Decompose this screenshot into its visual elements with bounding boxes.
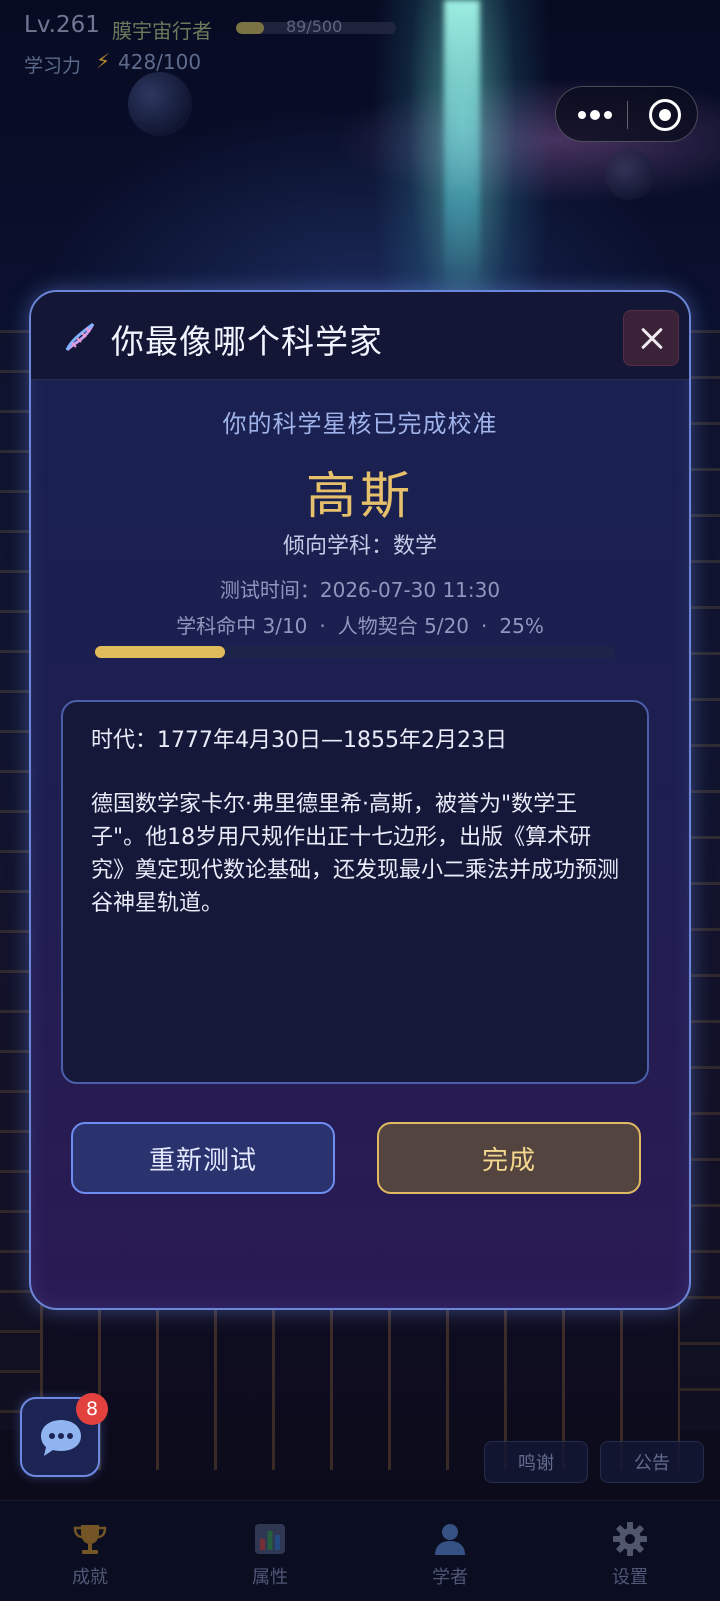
nav-label: 设置	[612, 1567, 648, 1588]
nav-item-scholars[interactable]: 学者	[360, 1501, 540, 1601]
nav-label: 属性	[252, 1567, 288, 1588]
test-time: 测试时间：2026-07-30 11:30	[219, 578, 501, 602]
preferred-subject: 倾向学科：数学	[282, 534, 437, 559]
nav-item-settings[interactable]: 设置	[540, 1501, 720, 1601]
nav-label: 学者	[432, 1567, 468, 1588]
trophy-icon	[73, 1525, 107, 1554]
character-match-stat: 人物契合 5/20	[337, 614, 470, 638]
scientist-era: 时代：1777年4月30日—1855年2月23日	[91, 728, 507, 753]
chat-bubble-icon	[41, 1420, 81, 1456]
dialog-header: 你最像哪个科学家	[31, 292, 689, 380]
nav-item-achievements[interactable]: 成就	[0, 1501, 180, 1601]
exit-miniprogram-icon[interactable]	[649, 99, 681, 131]
player-rank-title: 膜宇宙行者	[112, 19, 212, 43]
power-label: 学习力	[24, 55, 82, 77]
miniprogram-capsule	[555, 86, 698, 142]
scientist-description: 时代：1777年4月30日—1855年2月23日 德国数学家卡尔·弗里德里希·高…	[61, 700, 649, 1084]
stat-separator: ·	[481, 614, 488, 638]
close-button[interactable]	[623, 310, 679, 366]
xp-bar-fill	[236, 22, 265, 34]
nav-item-attributes[interactable]: 属性	[180, 1501, 360, 1601]
moon-decoration	[605, 150, 655, 200]
bottom-nav: 成就 属性 学者 设置	[0, 1500, 720, 1601]
power-value: 428/100	[118, 50, 202, 74]
match-progress-fill	[95, 646, 225, 658]
done-button[interactable]: 完成	[377, 1122, 641, 1194]
gear-icon	[613, 1522, 647, 1556]
retry-test-button[interactable]: 重新测试	[71, 1122, 335, 1194]
result-dialog: 你最像哪个科学家 你的科学星核已完成校准 高斯 倾向学科：数学 测试时间：202…	[29, 290, 691, 1310]
calibration-subtitle: 你的科学星核已完成校准	[222, 410, 498, 438]
player-level: Lv.261	[24, 12, 100, 38]
thanks-button[interactable]: 鸣谢	[484, 1441, 588, 1483]
notice-button[interactable]: 公告	[600, 1441, 704, 1483]
subject-hit-stat: 学科命中 3/10	[176, 614, 308, 638]
more-options-icon[interactable]	[574, 99, 622, 131]
scientist-bio: 德国数学家卡尔·弗里德里希·高斯，被誉为"数学王子"。他18岁用尺规作出正十七边…	[91, 792, 620, 916]
match-stats: 学科命中 3/10 · 人物契合 5/20 · 25%	[31, 610, 689, 639]
player-hud: Lv.261 膜宇宙行者 89/500 学习力 ⚡ 428/100	[0, 0, 720, 84]
dialog-title: 你最像哪个科学家	[111, 322, 383, 361]
bar-chart-icon	[255, 1524, 285, 1554]
user-icon	[435, 1524, 465, 1555]
match-progress-bar	[95, 646, 615, 658]
stat-separator: ·	[319, 614, 326, 638]
unread-badge: 8	[76, 1393, 108, 1425]
match-percent: 25%	[499, 614, 544, 638]
lightning-icon: ⚡	[96, 49, 111, 73]
nav-label: 成就	[72, 1567, 108, 1588]
capsule-divider	[627, 101, 628, 129]
xp-text: 89/500	[286, 17, 343, 36]
scientist-name: 高斯	[306, 467, 414, 525]
dna-icon	[65, 322, 95, 352]
